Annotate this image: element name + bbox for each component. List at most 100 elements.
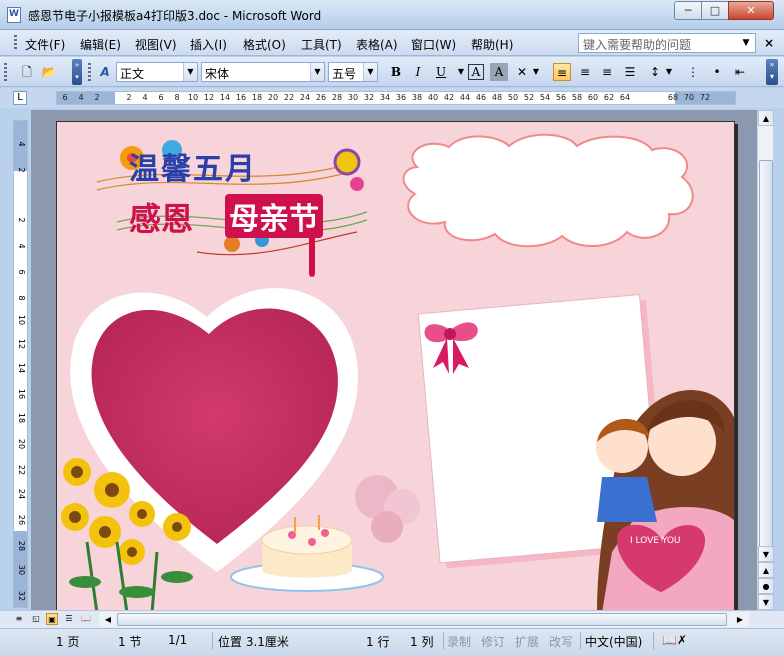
menu-view[interactable]: 视图(V) [135,36,177,53]
scroll-up-icon[interactable]: ▲ [758,110,774,126]
justify-icon[interactable]: ☰ [621,63,639,81]
font-size-select[interactable]: 五号 ▼ [328,62,378,82]
toolbar-options-button[interactable]: » ▾ [72,59,82,85]
ruler-tick-label: 24 [17,488,26,500]
ruler-tick-label: 2 [17,167,26,173]
align-right-icon[interactable]: ≡ [598,63,616,81]
toolbar-grip[interactable] [4,63,7,81]
web-layout-icon[interactable]: ◱ [30,613,42,625]
align-left-icon[interactable]: ≡ [553,63,571,81]
ruler-tick-label: 10 [17,314,26,326]
ruler-tick-label: 6 [158,93,164,102]
close-document-button[interactable]: × [764,36,774,50]
ruler-tick-label: 18 [17,412,26,424]
numbering-icon[interactable]: ⋮ [684,63,702,81]
horizontal-scrollbar[interactable]: ◀ ▶ [99,612,749,627]
character-shading-button[interactable]: A [490,63,508,81]
menu-help[interactable]: 帮助(H) [471,36,513,53]
align-center-icon[interactable]: ≡ [576,63,594,81]
menu-tools[interactable]: 工具(T) [301,36,342,53]
normal-view-icon[interactable]: ≡ [13,613,25,625]
toolbar-options-button-right[interactable]: » ▾ [766,59,778,85]
chevron-down-icon[interactable]: ▼ [183,63,197,81]
bullets-icon[interactable]: • [708,63,726,81]
ruler-tick-label: 12 [203,93,215,102]
toolbar-grip-2[interactable] [88,63,91,81]
next-page-icon[interactable]: ▼ [758,594,774,610]
horizontal-ruler[interactable]: 6 4 2 2 4 6 8 10 12 14 16 18 20 22 24 26 28 30 32 34 36 38 40 4… [56,91,736,105]
ruler-tick-label: 58 [571,93,583,102]
ruler-tick-label: 50 [507,93,519,102]
help-search-input[interactable]: 键入需要帮助的问题 ▼ [578,33,756,53]
vertical-ruler[interactable]: 4 2 2 4 6 8 10 12 14 16 18 20 22 24 26 28 30 32 [13,120,28,608]
character-scaling-icon[interactable]: ✕ [513,63,531,81]
style-select[interactable]: 正文 ▼ [116,62,198,82]
maximize-button[interactable]: □ [701,1,729,20]
select-browse-object-icon[interactable]: ● [758,578,774,594]
ruler-tick-label: 42 [443,93,455,102]
menu-edit[interactable]: 编辑(E) [80,36,121,53]
ruler-tick-label: 26 [17,514,26,526]
ruler-tick-label: 2 [126,93,132,102]
scroll-down-icon[interactable]: ▼ [758,546,774,562]
vertical-scrollbar[interactable]: ▲ ▼ ▲ ● ▼ [757,110,774,610]
menu-window[interactable]: 窗口(W) [411,36,456,53]
formatting-toolbar: 🗋 📂 » ▾ A 正文 ▼ 宋体 ▼ 五号 ▼ B I U ▼ A A ✕ ▼ … [0,57,784,87]
status-overtype[interactable]: 改写 [549,633,573,650]
status-language[interactable]: 中文(中国) [585,633,642,650]
horizontal-scroll-thumb[interactable] [117,613,727,626]
menu-format[interactable]: 格式(O) [243,36,286,53]
vertical-scroll-thumb[interactable] [759,160,773,600]
ruler-tick-label: 30 [347,93,359,102]
ruler-area: L 6 4 2 2 4 6 8 10 12 14 16 18 20 22 24 26 28 30 32 34 36 38 4… [0,88,784,108]
menu-grip[interactable] [14,35,17,51]
spelling-check-icon[interactable]: 📖✗ [662,633,687,647]
status-bar: 1 页 1 节 1/1 位置 3.1厘米 1 行 1 列 录制 修订 扩展 改写… [0,628,784,656]
ruler-tick-label: 32 [17,590,26,602]
ruler-tick-label: 52 [523,93,535,102]
scroll-left-icon[interactable]: ◀ [101,612,115,627]
ruler-tick-label: 16 [235,93,247,102]
scroll-right-icon[interactable]: ▶ [733,612,747,627]
menu-insert[interactable]: 插入(I) [190,36,227,53]
minimize-button[interactable]: ─ [674,1,702,20]
tab-selector-button[interactable]: L [13,91,27,105]
ruler-tick-label: 28 [17,540,26,552]
bold-button[interactable]: B [387,63,405,81]
print-layout-icon[interactable]: ▣ [46,613,58,625]
carnation-illustration [355,475,420,543]
chevron-down-icon[interactable]: ▼ [739,34,753,52]
character-border-button[interactable]: A [468,64,484,80]
chevron-down-icon[interactable]: ▼ [310,63,324,81]
reading-layout-icon[interactable]: 📖 [80,613,92,625]
font-select[interactable]: 宋体 ▼ [201,62,325,82]
status-column: 1 列 [410,635,434,649]
word-app-icon[interactable] [7,7,21,23]
status-extend[interactable]: 扩展 [515,633,539,650]
line-spacing-dropdown-icon[interactable]: ▼ [664,63,674,81]
italic-button[interactable]: I [409,63,427,81]
status-divider [212,632,213,650]
document-page[interactable]: 温馨五月 感恩 母亲节 I LOVE YOU [56,121,735,612]
ruler-tick-label: 10 [187,93,199,102]
status-record[interactable]: 录制 [447,633,471,650]
previous-page-icon[interactable]: ▲ [758,562,774,578]
decrease-indent-icon[interactable]: ⇤ [731,63,749,81]
open-folder-icon[interactable]: 📂 [40,63,58,81]
chevron-down-icon[interactable]: ▼ [363,63,377,81]
styles-pane-icon[interactable]: A [96,63,114,81]
outline-view-icon[interactable]: ☰ [63,613,75,625]
menu-table[interactable]: 表格(A) [356,36,398,53]
ruler-tick-label: 6 [17,269,26,275]
style-value: 正文 [120,67,145,81]
new-document-icon[interactable]: 🗋 [18,63,36,81]
underline-button[interactable]: U [432,63,450,81]
status-track-changes[interactable]: 修订 [481,633,505,650]
line-spacing-icon[interactable]: ↕ [646,63,664,81]
close-button[interactable]: ✕ [728,1,774,20]
scaling-dropdown-icon[interactable]: ▼ [531,63,541,81]
ruler-tick-label: 44 [459,93,471,102]
menu-file[interactable]: 文件(F) [25,36,65,53]
lollipop-icon [333,148,361,176]
status-page-of: 1/1 [168,633,188,647]
